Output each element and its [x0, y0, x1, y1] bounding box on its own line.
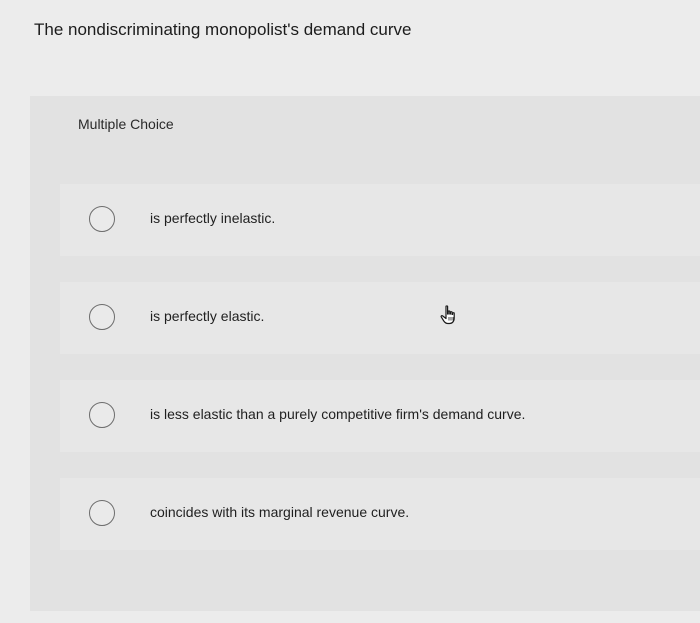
answer-option-2[interactable]: is perfectly elastic.: [60, 282, 700, 354]
answer-option-text: is perfectly elastic.: [150, 308, 265, 324]
radio-button[interactable]: [89, 500, 115, 526]
answer-options: is perfectly inelastic. is perfectly ela…: [60, 184, 700, 576]
answer-option-text: is less elastic than a purely competitiv…: [150, 406, 526, 422]
answer-option-text: coincides with its marginal revenue curv…: [150, 504, 410, 520]
radio-button[interactable]: [89, 304, 115, 330]
hand-pointer-icon: [440, 305, 455, 325]
answer-option-1[interactable]: is perfectly inelastic.: [60, 184, 700, 256]
multiple-choice-panel: Multiple Choice is perfectly inelastic. …: [30, 96, 700, 611]
answer-option-4[interactable]: coincides with its marginal revenue curv…: [60, 478, 700, 550]
radio-button[interactable]: [89, 402, 115, 428]
answer-option-3[interactable]: is less elastic than a purely competitiv…: [60, 380, 700, 452]
question-type-label: Multiple Choice: [78, 116, 174, 132]
question-text: The nondiscriminating monopolist's deman…: [34, 20, 412, 39]
answer-option-text: is perfectly inelastic.: [150, 210, 276, 226]
radio-button[interactable]: [89, 206, 115, 232]
